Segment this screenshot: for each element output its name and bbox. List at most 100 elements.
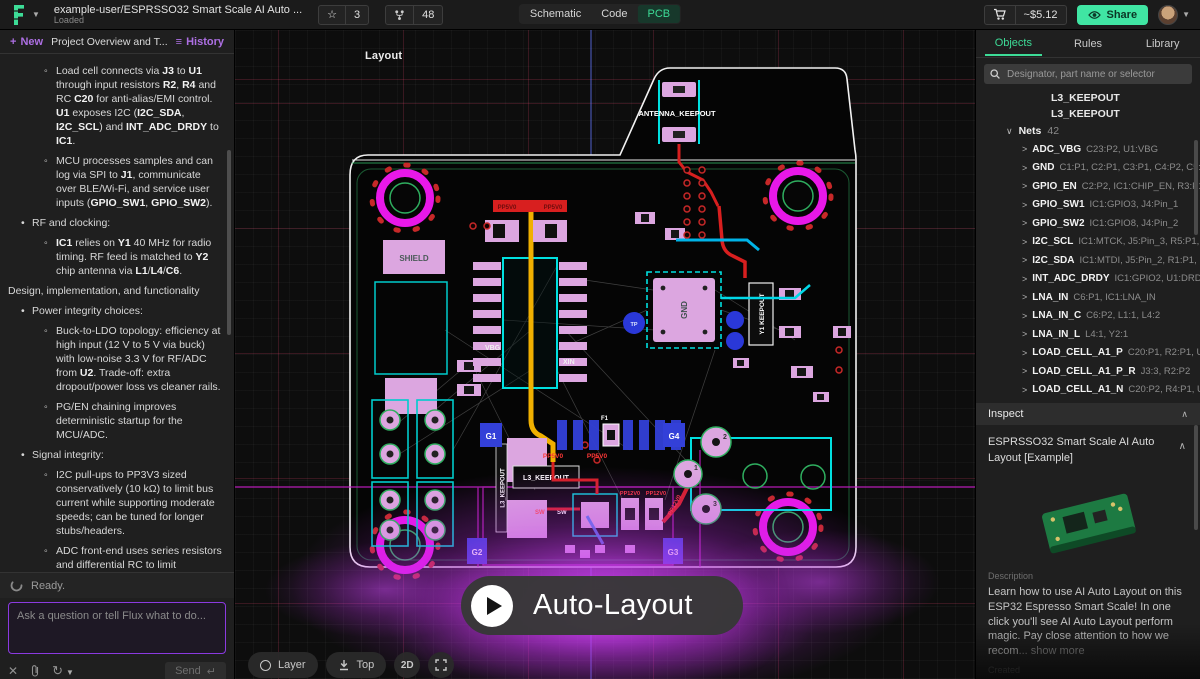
side-selector[interactable]: Top [326, 652, 387, 678]
layer-selector[interactable]: Layer [248, 652, 318, 678]
svg-text:G1: G1 [486, 432, 497, 441]
doc-paragraph: Design, implementation, and functionalit… [4, 284, 224, 298]
doc-paragraph: I2C pull-ups to PP3V3 sized conservative… [4, 468, 224, 538]
status-text: Ready. [31, 580, 65, 592]
cart-icon[interactable] [985, 6, 1015, 24]
svg-text:G4: G4 [669, 432, 680, 441]
net-row[interactable]: >LOAD_CELL_A1_NC20:P2, R4:P1, U1:... [976, 381, 1200, 400]
net-row[interactable]: >I2C_SDAIC1:MTDI, J5:Pin_2, R1:P1, ... [976, 251, 1200, 270]
svg-text:GND: GND [680, 301, 689, 319]
fullscreen-button[interactable] [428, 652, 454, 678]
tab-library[interactable]: Library [1125, 30, 1200, 57]
account-caret-icon: ▼ [1182, 10, 1190, 19]
search-input[interactable] [1005, 68, 1186, 81]
star-group: ☆ 3 [318, 5, 369, 25]
show-more-link[interactable]: ... show more [1019, 645, 1085, 657]
fork-count[interactable]: 48 [413, 6, 442, 24]
doc-paragraph: IC1 relies on Y1 40 MHz for radio timing… [4, 236, 224, 278]
board-3d-thumbnail[interactable] [1028, 479, 1148, 561]
net-row[interactable]: >GPIO_ENC2:P2, IC1:CHIP_EN, R3:P1 [976, 177, 1200, 196]
share-label: Share [1107, 9, 1138, 21]
fork-icon[interactable] [386, 6, 413, 24]
svg-text:F1: F1 [601, 416, 609, 422]
net-row[interactable]: >ADC_VBGC23:P2, U1:VBG [976, 140, 1200, 159]
tab-objects[interactable]: Objects [976, 30, 1051, 57]
tab-pcb[interactable]: PCB [638, 5, 681, 23]
description-label: Description [988, 571, 1188, 581]
account-menu[interactable]: ▼ [1158, 5, 1190, 25]
chevron-up-icon[interactable]: ∧ [1179, 441, 1186, 452]
share-button[interactable]: Share [1077, 5, 1149, 25]
objects-scrollbar[interactable] [1194, 140, 1198, 235]
net-row[interactable]: >LNA_IN_LL4:1, Y2:1 [976, 325, 1200, 344]
bom-price[interactable]: ~$5.12 [1015, 6, 1066, 24]
star-count[interactable]: 3 [345, 6, 368, 24]
doc-scrollbar[interactable] [227, 150, 231, 335]
chevron-right-icon: > [1022, 348, 1027, 358]
clear-icon[interactable]: ✕ [8, 664, 18, 678]
chevron-right-icon: > [1022, 200, 1027, 210]
view-tabs: Schematic Code PCB [519, 4, 681, 24]
chevron-right-icon: > [1022, 163, 1027, 173]
tab-rules[interactable]: Rules [1051, 30, 1126, 57]
net-row[interactable]: >INT_ADC_DRDYIC1:GPIO2, U1:DRDY [976, 270, 1200, 289]
enter-icon: ↵ [207, 665, 216, 678]
flux-logo-icon[interactable] [10, 4, 28, 26]
svg-text:1: 1 [694, 465, 698, 472]
history-button[interactable]: ≡History [176, 36, 224, 48]
chevron-down-icon: ∨ [1006, 126, 1013, 137]
svg-text:PP5V0: PP5V0 [544, 205, 563, 211]
doc-title[interactable]: Project Overview and T... [51, 36, 168, 48]
doc-paragraph: Load cell connects via J3 to U1 through … [4, 64, 224, 148]
nets-group-header[interactable]: ∨ Nets 42 [976, 122, 1200, 140]
chevron-right-icon: > [1022, 181, 1027, 191]
logo-menu-caret-icon[interactable]: ▼ [32, 10, 40, 19]
svg-text:ANTENNA_KEEPOUT: ANTENNA_KEEPOUT [638, 109, 716, 118]
pcb-canvas[interactable]: Layout [235, 30, 975, 679]
agent-mode-icon[interactable]: ↻▼ [52, 663, 74, 679]
tab-code[interactable]: Code [591, 5, 637, 23]
inspect-scrollbar[interactable] [1194, 425, 1198, 530]
eye-icon [1088, 10, 1101, 20]
net-row[interactable]: >GPIO_SW2IC1:GPIO8, J4:Pin_2 [976, 214, 1200, 233]
object-search[interactable] [984, 64, 1192, 84]
inspect-header[interactable]: Inspect ∧ [976, 403, 1200, 425]
description-text: Learn how to use AI Auto Layout on this … [988, 585, 1188, 659]
star-icon[interactable]: ☆ [319, 6, 345, 24]
search-icon [990, 69, 1000, 79]
chevron-up-icon: ∧ [1181, 409, 1188, 420]
doc-paragraph: Power integrity choices: [4, 304, 224, 318]
send-button[interactable]: Send↵ [165, 662, 226, 679]
chevron-right-icon: > [1022, 237, 1027, 247]
project-overview-document[interactable]: Load cell connects via J3 to U1 through … [0, 56, 234, 572]
inspect-project-title[interactable]: ESPRSSO32 Smart Scale AI Auto Layout [Ex… [988, 435, 1163, 467]
net-row[interactable]: >I2C_SCLIC1:MTCK, J5:Pin_3, R5:P1, ... [976, 233, 1200, 252]
chat-input[interactable] [9, 603, 225, 653]
doc-paragraph: MCU processes samples and can log via SP… [4, 154, 224, 210]
net-row[interactable]: >LOAD_CELL_A1_PC20:P1, R2:P1, U1:... [976, 344, 1200, 363]
project-title[interactable]: example-user/ESPRSSO32 Smart Scale AI Au… [54, 4, 302, 16]
avatar [1158, 5, 1178, 25]
net-row[interactable]: >LNA_IN_CC6:P2, L1:1, L4:2 [976, 307, 1200, 326]
right-panel: Objects Rules Library L3_KEEPOUT L3_KEEP… [975, 30, 1200, 679]
object-item-keepout[interactable]: L3_KEEPOUT [976, 90, 1200, 106]
net-row[interactable]: >LOAD_CELL_A1_P_RJ3:3, R2:P2 [976, 362, 1200, 381]
auto-layout-label: Auto-Layout [533, 589, 693, 622]
new-chat-button[interactable]: +New [10, 36, 43, 48]
net-row[interactable]: >LNA_INC6:P1, IC1:LNA_IN [976, 288, 1200, 307]
doc-paragraph: PG/EN chaining improves deterministic st… [4, 400, 224, 442]
left-panel: +New Project Overview and T... ≡History … [0, 30, 235, 679]
play-icon [471, 585, 513, 627]
chevron-right-icon: > [1022, 274, 1027, 284]
object-item-keepout[interactable]: L3_KEEPOUT [976, 106, 1200, 122]
net-row[interactable]: >GPIO_SW1IC1:GPIO3, J4:Pin_1 [976, 196, 1200, 215]
svg-text:2: 2 [723, 434, 727, 441]
top-bar: ▼ example-user/ESPRSSO32 Smart Scale AI … [0, 0, 1200, 30]
chat-input-box[interactable] [8, 602, 226, 654]
attach-icon[interactable] [30, 664, 40, 678]
svg-text:XIN: XIN [563, 359, 575, 366]
tab-schematic[interactable]: Schematic [520, 5, 591, 23]
view-mode-2d-button[interactable]: 2D [394, 652, 420, 678]
net-row[interactable]: >GNDC1:P1, C2:P1, C3:P1, C4:P2, C5:... [976, 159, 1200, 178]
auto-layout-button[interactable]: Auto-Layout [461, 576, 743, 635]
